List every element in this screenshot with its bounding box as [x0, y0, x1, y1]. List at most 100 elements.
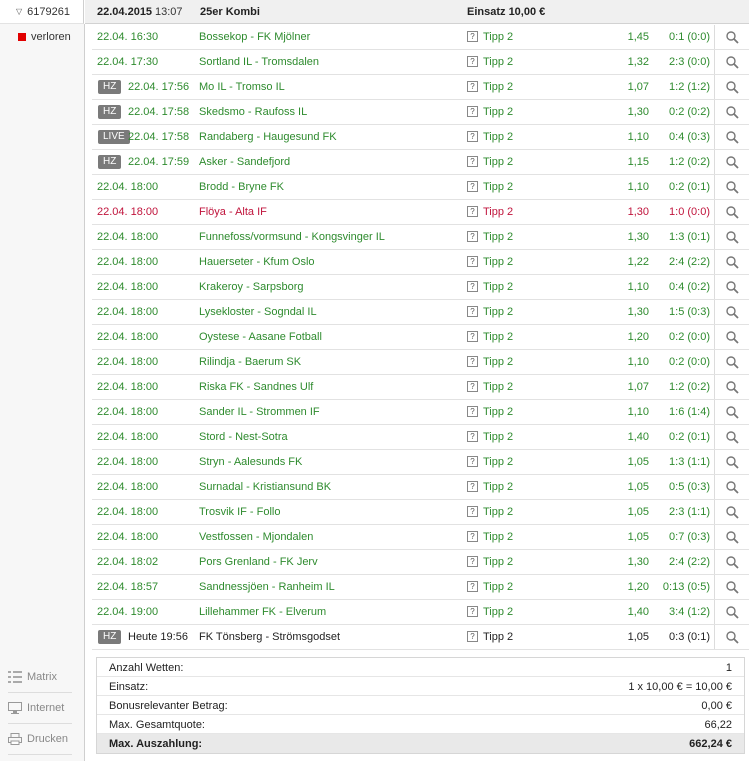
details-button[interactable] [714, 150, 749, 174]
tip-info-icon[interactable]: ? [467, 131, 478, 142]
summary-label: Max. Auszahlung: [109, 738, 203, 750]
details-button[interactable] [714, 450, 749, 474]
magnifier-icon [726, 180, 739, 194]
details-button[interactable] [714, 625, 749, 649]
details-button[interactable] [714, 125, 749, 149]
tip-info-icon[interactable]: ? [467, 556, 478, 567]
details-button[interactable] [714, 350, 749, 374]
tip-info-icon[interactable]: ? [467, 81, 478, 92]
bet-tip: Tipp 2 [483, 531, 514, 543]
details-button[interactable] [714, 550, 749, 574]
bet-match: Pors Grenland - FK Jerv [199, 556, 318, 568]
tip-info-icon[interactable]: ? [467, 506, 478, 517]
tip-info-icon[interactable]: ? [467, 456, 478, 467]
bet-quota: 1,05 [627, 531, 649, 543]
tip-info-icon[interactable]: ? [467, 581, 478, 592]
header-stake: Einsatz 10,00 € [467, 6, 546, 18]
print-button[interactable]: Drucken [8, 724, 72, 755]
bet-result: 3:4 (1:2) [669, 606, 710, 618]
bet-quota: 1,07 [627, 381, 649, 393]
internet-button[interactable]: Internet [8, 693, 72, 724]
tip-info-icon[interactable]: ? [467, 431, 478, 442]
magnifier-icon [726, 380, 739, 394]
tip-info-icon[interactable]: ? [467, 481, 478, 492]
bet-quota: 1,30 [627, 206, 649, 218]
tip-info-icon[interactable]: ? [467, 531, 478, 542]
bet-result: 1:5 (0:3) [669, 306, 710, 318]
tip-info-icon[interactable]: ? [467, 256, 478, 267]
bet-match: Skedsmo - Raufoss IL [199, 106, 308, 118]
bet-row: 22.04. 17:30 Sortland IL - Tromsdalen? Tip… [92, 50, 749, 75]
tip-info-icon[interactable]: ? [467, 356, 478, 367]
bet-result: 1:3 (1:1) [669, 456, 710, 468]
tip-info-icon[interactable]: ? [467, 331, 478, 342]
bet-row: HZ 22.04. 17:56 Mo IL - Tromso IL? Tipp 2 1,… [92, 75, 749, 100]
details-button[interactable] [714, 50, 749, 74]
details-button[interactable] [714, 300, 749, 324]
bet-quota: 1,07 [627, 81, 649, 93]
details-button[interactable] [714, 425, 749, 449]
tip-info-icon[interactable]: ? [467, 156, 478, 167]
tip-info-icon[interactable]: ? [467, 631, 478, 642]
bet-tip: Tipp 2 [483, 206, 514, 218]
matrix-button[interactable]: Matrix [8, 662, 72, 693]
bet-result: 0:5 (0:3) [669, 481, 710, 493]
details-button[interactable] [714, 200, 749, 224]
tip-info-icon[interactable]: ? [467, 231, 478, 242]
bet-match: Funnefoss/vormsund - Kongsvinger IL [199, 231, 385, 243]
matrix-icon [8, 671, 22, 683]
bet-time: 22.04. 17:58 [128, 106, 190, 118]
tip-info-icon[interactable]: ? [467, 31, 478, 42]
bet-time: 22.04. 17:56 [128, 81, 190, 93]
details-button[interactable] [714, 100, 749, 124]
bet-tip: Tipp 2 [483, 106, 514, 118]
tip-info-icon[interactable]: ? [467, 181, 478, 192]
bet-row: 22.04. 18:00 Stord - Nest-Sotra? Tipp 2 1,4… [92, 425, 749, 450]
tip-info-icon[interactable]: ? [467, 56, 478, 67]
details-button[interactable] [714, 225, 749, 249]
ticket-tab[interactable]: ▽ 6179261 [0, 0, 84, 24]
summary-row: Einsatz: 1 x 10,00 € = 10,00 € [97, 677, 744, 696]
magnifier-icon [726, 355, 739, 369]
details-button[interactable] [714, 175, 749, 199]
bet-row: 22.04. 18:00 Stryn - Aalesunds FK? Tipp 2 1… [92, 450, 749, 475]
details-button[interactable] [714, 325, 749, 349]
bet-tip: Tipp 2 [483, 481, 514, 493]
tip-info-icon[interactable]: ? [467, 606, 478, 617]
bet-match: Lillehammer FK - Elverum [199, 606, 327, 618]
bet-quota: 1,45 [627, 31, 649, 43]
details-button[interactable] [714, 250, 749, 274]
bet-match: Surnadal - Kristiansund BK [199, 481, 332, 493]
bet-time: 22.04. 18:00 [97, 281, 159, 293]
details-button[interactable] [714, 25, 749, 49]
bet-time: 22.04. 18:00 [97, 431, 159, 443]
tip-info-icon[interactable]: ? [467, 106, 478, 117]
bet-row: 22.04. 18:00 Riska FK - Sandnes Ulf? Tipp … [92, 375, 749, 400]
summary-label: Bonusrelevanter Betrag: [109, 700, 228, 712]
details-button[interactable] [714, 525, 749, 549]
details-button[interactable] [714, 400, 749, 424]
details-button[interactable] [714, 475, 749, 499]
tip-info-icon[interactable]: ? [467, 381, 478, 392]
bet-result: 0:4 (0:3) [669, 131, 710, 143]
bet-tip: Tipp 2 [483, 181, 514, 193]
bet-row: 22.04. 19:00 Lillehammer FK - Elverum? Tip… [92, 600, 749, 625]
details-button[interactable] [714, 75, 749, 99]
details-button[interactable] [714, 500, 749, 524]
details-button[interactable] [714, 600, 749, 624]
summary-value: 662,24 € [689, 738, 732, 750]
bet-quota: 1,30 [627, 306, 649, 318]
tip-info-icon[interactable]: ? [467, 406, 478, 417]
tip-info-icon[interactable]: ? [467, 206, 478, 217]
internet-label: Internet [27, 702, 65, 714]
tip-info-icon[interactable]: ? [467, 306, 478, 317]
collapse-triangle-icon[interactable]: ▽ [16, 7, 22, 16]
bet-result: 0:2 (0:0) [669, 331, 710, 343]
bet-result: 0:2 (0:2) [669, 106, 710, 118]
tip-info-icon[interactable]: ? [467, 281, 478, 292]
bet-tip: Tipp 2 [483, 606, 514, 618]
print-label: Drucken [27, 733, 68, 745]
details-button[interactable] [714, 575, 749, 599]
details-button[interactable] [714, 375, 749, 399]
details-button[interactable] [714, 275, 749, 299]
